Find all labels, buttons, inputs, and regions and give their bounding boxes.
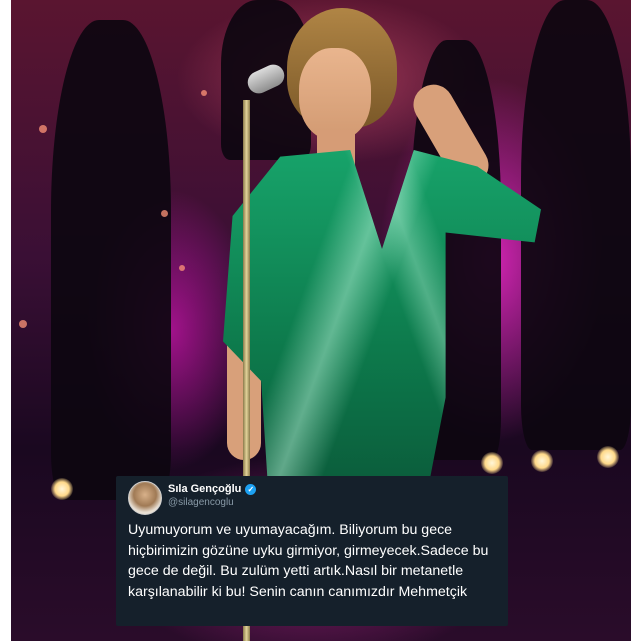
bokeh-light — [19, 320, 27, 328]
stage-light — [481, 452, 503, 474]
stage-light — [531, 450, 553, 472]
band-member-silhouette — [51, 20, 171, 500]
avatar[interactable] — [128, 481, 162, 515]
stage-light — [51, 478, 73, 500]
bokeh-light — [201, 90, 207, 96]
tweet-handle[interactable]: @silagencoglu — [168, 497, 234, 508]
bokeh-light — [161, 210, 168, 217]
tweet-text: Uyumuyorum ve uyumayacağım. Biliyorum bu… — [128, 522, 489, 600]
bokeh-light — [179, 265, 185, 271]
singer-face — [299, 48, 371, 140]
tweet-display-name[interactable]: Sıla Gençoğlu ✓ — [168, 483, 257, 495]
tweet-card: Sıla Gençoğlu ✓ @silagencoglu Uyumuyorum … — [116, 476, 508, 626]
stage-light — [597, 446, 619, 468]
display-name-text: Sıla Gençoğlu — [168, 483, 242, 495]
bokeh-light — [39, 125, 47, 133]
verified-badge-icon: ✓ — [245, 483, 257, 495]
